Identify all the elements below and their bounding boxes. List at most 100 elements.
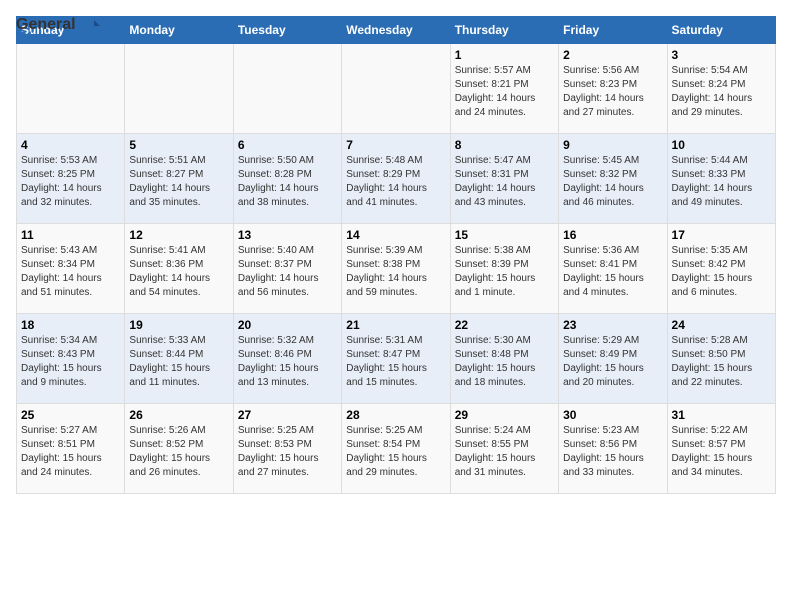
day-number: 23	[563, 318, 662, 332]
day-content: Sunrise: 5:54 AM Sunset: 8:24 PM Dayligh…	[672, 64, 771, 120]
day-cell: 4 Sunrise: 5:53 AM Sunset: 8:25 PM Daylig…	[17, 134, 125, 224]
day-content: Sunrise: 5:43 AM Sunset: 8:34 PM Dayligh…	[21, 244, 120, 300]
day-cell: 16 Sunrise: 5:36 AM Sunset: 8:41 PM Dayli…	[559, 224, 667, 314]
day-cell: 30 Sunrise: 5:23 AM Sunset: 8:56 PM Dayli…	[559, 404, 667, 494]
day-content: Sunrise: 5:25 AM Sunset: 8:54 PM Dayligh…	[346, 424, 445, 480]
day-content: Sunrise: 5:32 AM Sunset: 8:46 PM Dayligh…	[238, 334, 337, 390]
day-number: 7	[346, 138, 445, 152]
week-row-3: 11 Sunrise: 5:43 AM Sunset: 8:34 PM Dayli…	[17, 224, 776, 314]
day-header-tuesday: Tuesday	[233, 17, 341, 44]
day-cell: 18 Sunrise: 5:34 AM Sunset: 8:43 PM Dayli…	[17, 314, 125, 404]
day-content: Sunrise: 5:53 AM Sunset: 8:25 PM Dayligh…	[21, 154, 120, 210]
day-number: 18	[21, 318, 120, 332]
day-cell: 22 Sunrise: 5:30 AM Sunset: 8:48 PM Dayli…	[450, 314, 558, 404]
day-number: 1	[455, 48, 554, 62]
day-cell: 23 Sunrise: 5:29 AM Sunset: 8:49 PM Dayli…	[559, 314, 667, 404]
day-content: Sunrise: 5:38 AM Sunset: 8:39 PM Dayligh…	[455, 244, 554, 300]
day-header-monday: Monday	[125, 17, 233, 44]
day-cell: 1 Sunrise: 5:57 AM Sunset: 8:21 PM Daylig…	[450, 44, 558, 134]
day-number: 26	[129, 408, 228, 422]
day-content: Sunrise: 5:47 AM Sunset: 8:31 PM Dayligh…	[455, 154, 554, 210]
day-cell: 20Sunrise: 5:32 AM Sunset: 8:46 PM Dayli…	[233, 314, 341, 404]
day-content: Sunrise: 5:40 AM Sunset: 8:37 PM Dayligh…	[238, 244, 337, 300]
day-number: 29	[455, 408, 554, 422]
day-number: 10	[672, 138, 771, 152]
day-cell: 27 Sunrise: 5:25 AM Sunset: 8:53 PM Dayli…	[233, 404, 341, 494]
day-number: 15	[455, 228, 554, 242]
day-content: Sunrise: 5:39 AM Sunset: 8:38 PM Dayligh…	[346, 244, 445, 300]
day-content: Sunrise: 5:35 AM Sunset: 8:42 PM Dayligh…	[672, 244, 771, 300]
day-number: 4	[21, 138, 120, 152]
day-content: Sunrise: 5:45 AM Sunset: 8:32 PM Dayligh…	[563, 154, 662, 210]
day-content: Sunrise: 5:57 AM Sunset: 8:21 PM Dayligh…	[455, 64, 554, 120]
calendar-body: 1 Sunrise: 5:57 AM Sunset: 8:21 PM Daylig…	[17, 44, 776, 494]
day-header-wednesday: Wednesday	[342, 17, 450, 44]
day-cell: 12 Sunrise: 5:41 AM Sunset: 8:36 PM Dayli…	[125, 224, 233, 314]
day-content: Sunrise: 5:23 AM Sunset: 8:56 PM Dayligh…	[563, 424, 662, 480]
day-cell: 11 Sunrise: 5:43 AM Sunset: 8:34 PM Dayli…	[17, 224, 125, 314]
day-cell: 25Sunrise: 5:27 AM Sunset: 8:51 PM Dayli…	[17, 404, 125, 494]
calendar-table: SundayMondayTuesdayWednesdayThursdayFrid…	[16, 16, 776, 494]
day-cell: 31 Sunrise: 5:22 AM Sunset: 8:57 PM Dayli…	[667, 404, 775, 494]
day-cell: 8 Sunrise: 5:47 AM Sunset: 8:31 PM Daylig…	[450, 134, 558, 224]
day-content: Sunrise: 5:33 AM Sunset: 8:44 PM Dayligh…	[129, 334, 228, 390]
day-number: 31	[672, 408, 771, 422]
day-cell: 26Sunrise: 5:26 AM Sunset: 8:52 PM Dayli…	[125, 404, 233, 494]
day-number: 13	[238, 228, 337, 242]
day-number: 8	[455, 138, 554, 152]
day-cell	[17, 44, 125, 134]
day-content: Sunrise: 5:25 AM Sunset: 8:53 PM Dayligh…	[238, 424, 337, 480]
day-cell: 21 Sunrise: 5:31 AM Sunset: 8:47 PM Dayli…	[342, 314, 450, 404]
day-number: 3	[672, 48, 771, 62]
day-content: Sunrise: 5:50 AM Sunset: 8:28 PM Dayligh…	[238, 154, 337, 210]
day-number: 21	[346, 318, 445, 332]
day-header-thursday: Thursday	[450, 17, 558, 44]
day-number: 16	[563, 228, 662, 242]
day-content: Sunrise: 5:44 AM Sunset: 8:33 PM Dayligh…	[672, 154, 771, 210]
week-row-4: 18 Sunrise: 5:34 AM Sunset: 8:43 PM Dayli…	[17, 314, 776, 404]
day-cell: 9 Sunrise: 5:45 AM Sunset: 8:32 PM Daylig…	[559, 134, 667, 224]
logo-blue: Blue	[16, 30, 51, 48]
week-row-2: 4 Sunrise: 5:53 AM Sunset: 8:25 PM Daylig…	[17, 134, 776, 224]
day-cell: 5Sunrise: 5:51 AM Sunset: 8:27 PM Daylig…	[125, 134, 233, 224]
day-cell: 7Sunrise: 5:48 AM Sunset: 8:29 PM Daylig…	[342, 134, 450, 224]
day-cell	[233, 44, 341, 134]
logo-bird-icon	[78, 16, 100, 34]
day-number: 9	[563, 138, 662, 152]
day-content: Sunrise: 5:51 AM Sunset: 8:27 PM Dayligh…	[129, 154, 228, 210]
day-number: 6	[238, 138, 337, 152]
day-content: Sunrise: 5:22 AM Sunset: 8:57 PM Dayligh…	[672, 424, 771, 480]
day-number: 12	[129, 228, 228, 242]
day-cell: 15 Sunrise: 5:38 AM Sunset: 8:39 PM Dayli…	[450, 224, 558, 314]
day-cell: 24 Sunrise: 5:28 AM Sunset: 8:50 PM Dayli…	[667, 314, 775, 404]
day-content: Sunrise: 5:29 AM Sunset: 8:49 PM Dayligh…	[563, 334, 662, 390]
day-number: 11	[21, 228, 120, 242]
day-number: 22	[455, 318, 554, 332]
day-cell: 13 Sunrise: 5:40 AM Sunset: 8:37 PM Dayli…	[233, 224, 341, 314]
logo-block: General Blue	[16, 16, 100, 48]
day-number: 28	[346, 408, 445, 422]
day-header-row: SundayMondayTuesdayWednesdayThursdayFrid…	[17, 17, 776, 44]
day-number: 27	[238, 408, 337, 422]
day-number: 30	[563, 408, 662, 422]
day-cell: 28 Sunrise: 5:25 AM Sunset: 8:54 PM Dayli…	[342, 404, 450, 494]
day-header-saturday: Saturday	[667, 17, 775, 44]
calendar-header: SundayMondayTuesdayWednesdayThursdayFrid…	[17, 17, 776, 44]
day-content: Sunrise: 5:36 AM Sunset: 8:41 PM Dayligh…	[563, 244, 662, 300]
week-row-5: 25Sunrise: 5:27 AM Sunset: 8:51 PM Dayli…	[17, 404, 776, 494]
day-number: 19	[129, 318, 228, 332]
day-content: Sunrise: 5:28 AM Sunset: 8:50 PM Dayligh…	[672, 334, 771, 390]
week-row-1: 1 Sunrise: 5:57 AM Sunset: 8:21 PM Daylig…	[17, 44, 776, 134]
day-content: Sunrise: 5:24 AM Sunset: 8:55 PM Dayligh…	[455, 424, 554, 480]
day-content: Sunrise: 5:31 AM Sunset: 8:47 PM Dayligh…	[346, 334, 445, 390]
day-content: Sunrise: 5:41 AM Sunset: 8:36 PM Dayligh…	[129, 244, 228, 300]
day-content: Sunrise: 5:30 AM Sunset: 8:48 PM Dayligh…	[455, 334, 554, 390]
day-cell: 14Sunrise: 5:39 AM Sunset: 8:38 PM Dayli…	[342, 224, 450, 314]
day-cell: 17 Sunrise: 5:35 AM Sunset: 8:42 PM Dayli…	[667, 224, 775, 314]
day-cell: 6 Sunrise: 5:50 AM Sunset: 8:28 PM Daylig…	[233, 134, 341, 224]
day-cell: 2Sunrise: 5:56 AM Sunset: 8:23 PM Daylig…	[559, 44, 667, 134]
day-content: Sunrise: 5:34 AM Sunset: 8:43 PM Dayligh…	[21, 334, 120, 390]
day-cell	[125, 44, 233, 134]
day-number: 17	[672, 228, 771, 242]
day-number: 24	[672, 318, 771, 332]
